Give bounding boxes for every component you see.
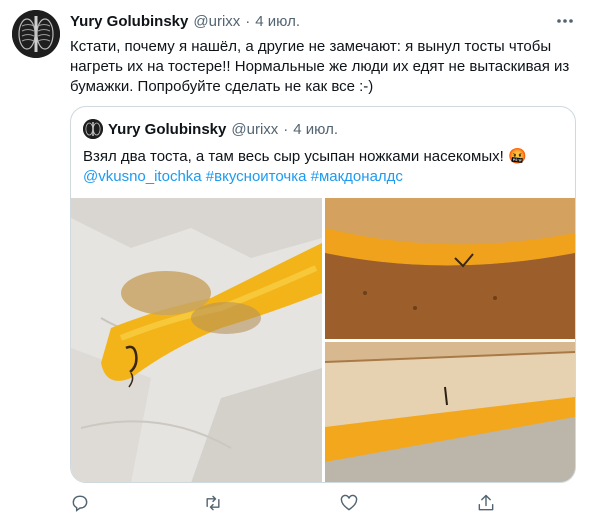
hashtag-link-1[interactable]: #вкусноиточка <box>206 168 307 185</box>
action-bar <box>70 493 510 513</box>
quoted-text-main: Взял два тоста, а там весь сыр усыпан но… <box>83 148 527 165</box>
photo-toast-side[interactable] <box>325 342 575 482</box>
heart-icon[interactable] <box>339 493 359 513</box>
quoted-author-handle: @urixx <box>231 120 279 138</box>
photo-toast-wrapper[interactable] <box>71 198 322 482</box>
photo-grid <box>71 198 575 482</box>
retweet-icon[interactable] <box>203 493 223 513</box>
quoted-author-name: Yury Golubinsky <box>108 120 227 138</box>
quoted-tweet-header: Yury Golubinsky @urixx · 4 июл. <box>83 119 338 139</box>
photo-toast-closeup[interactable] <box>325 198 575 339</box>
hashtag-link-2[interactable]: #макдоналдс <box>311 168 403 185</box>
quoted-tweet[interactable]: Yury Golubinsky @urixx · 4 июл. Взял два… <box>70 106 576 483</box>
quoted-date: 4 июл. <box>293 120 339 138</box>
header-separator: · <box>245 12 251 30</box>
mention-link[interactable]: @vkusno_itochka <box>83 168 202 185</box>
author-name[interactable]: Yury Golubinsky <box>70 13 188 30</box>
quoted-tweet-text: Взял два тоста, а там весь сыр усыпан но… <box>83 147 567 187</box>
avatar[interactable] <box>12 10 60 58</box>
reply-icon[interactable] <box>70 493 90 513</box>
more-dots-icon[interactable] <box>555 12 575 30</box>
tweet-date[interactable]: 4 июл. <box>255 13 300 30</box>
tweet-card[interactable]: Yury Golubinsky @urixx · 4 июл. Кстати, … <box>0 0 589 530</box>
author-handle[interactable]: @urixx <box>193 13 240 30</box>
share-icon[interactable] <box>476 493 496 513</box>
quoted-separator: · <box>283 120 289 138</box>
tweet-header: Yury Golubinsky @urixx · 4 июл. <box>70 10 577 32</box>
tweet-text: Кстати, почему я нашёл, а другие не заме… <box>70 38 570 95</box>
quoted-avatar <box>83 119 103 139</box>
